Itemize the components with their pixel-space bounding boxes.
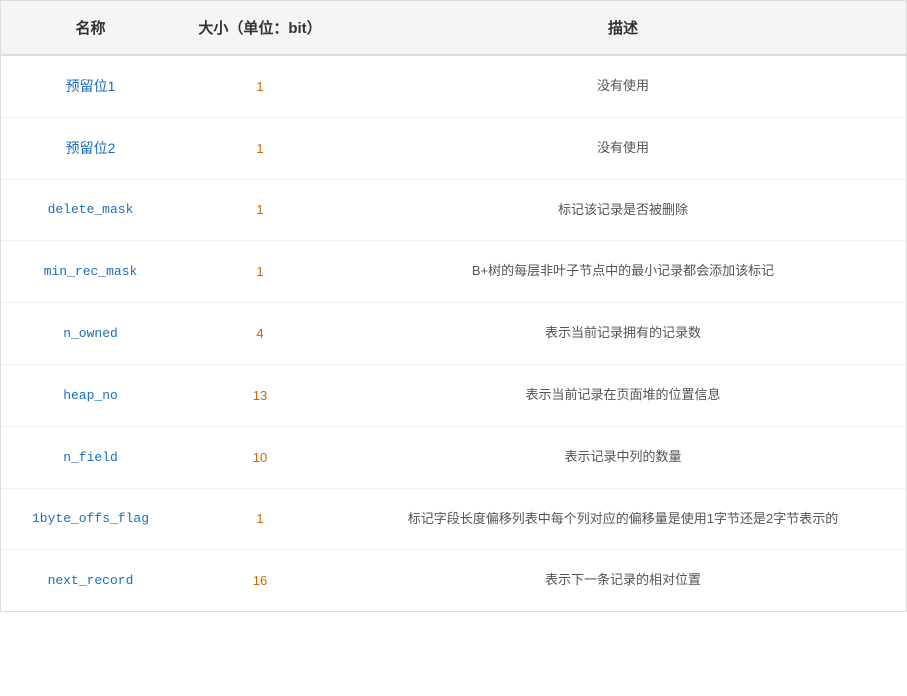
- table-header-row: 名称 大小（单位：bit） 描述: [1, 1, 906, 55]
- col-header-desc: 描述: [340, 1, 906, 55]
- table-row: n_field10表示记录中列的数量: [1, 426, 906, 488]
- cell-desc: 没有使用: [340, 55, 906, 117]
- cell-desc: 表示下一条记录的相对位置: [340, 550, 906, 611]
- cell-name: 1byte_offs_flag: [1, 488, 180, 550]
- table-row: heap_no13表示当前记录在页面堆的位置信息: [1, 364, 906, 426]
- cell-name: 预留位1: [1, 55, 180, 117]
- cell-name: 预留位2: [1, 117, 180, 179]
- cell-size: 1: [180, 488, 340, 550]
- table-row: min_rec_mask1B+树的每层非叶子节点中的最小记录都会添加该标记: [1, 241, 906, 303]
- cell-name: min_rec_mask: [1, 241, 180, 303]
- cell-name: n_field: [1, 426, 180, 488]
- cell-desc: 没有使用: [340, 117, 906, 179]
- cell-desc: 标记该记录是否被删除: [340, 179, 906, 241]
- cell-size: 1: [180, 117, 340, 179]
- cell-size: 1: [180, 179, 340, 241]
- cell-size: 1: [180, 241, 340, 303]
- cell-name: delete_mask: [1, 179, 180, 241]
- cell-desc: 表示当前记录拥有的记录数: [340, 303, 906, 365]
- cell-name: heap_no: [1, 364, 180, 426]
- cell-size: 16: [180, 550, 340, 611]
- table-row: n_owned4表示当前记录拥有的记录数: [1, 303, 906, 365]
- cell-desc: 标记字段长度偏移列表中每个列对应的偏移量是使用1字节还是2字节表示的: [340, 488, 906, 550]
- cell-size: 4: [180, 303, 340, 365]
- table-row: delete_mask1标记该记录是否被删除: [1, 179, 906, 241]
- cell-name: next_record: [1, 550, 180, 611]
- col-header-name: 名称: [1, 1, 180, 55]
- cell-desc: 表示当前记录在页面堆的位置信息: [340, 364, 906, 426]
- table-row: 预留位21没有使用: [1, 117, 906, 179]
- table-row: 预留位11没有使用: [1, 55, 906, 117]
- cell-desc: B+树的每层非叶子节点中的最小记录都会添加该标记: [340, 241, 906, 303]
- cell-desc: 表示记录中列的数量: [340, 426, 906, 488]
- cell-size: 10: [180, 426, 340, 488]
- data-table: 名称 大小（单位：bit） 描述 预留位11没有使用预留位21没有使用delet…: [1, 1, 906, 611]
- main-table-container: 名称 大小（单位：bit） 描述 预留位11没有使用预留位21没有使用delet…: [0, 0, 907, 612]
- table-row: next_record16表示下一条记录的相对位置: [1, 550, 906, 611]
- col-header-size: 大小（单位：bit）: [180, 1, 340, 55]
- cell-size: 13: [180, 364, 340, 426]
- table-row: 1byte_offs_flag1标记字段长度偏移列表中每个列对应的偏移量是使用1…: [1, 488, 906, 550]
- cell-name: n_owned: [1, 303, 180, 365]
- cell-size: 1: [180, 55, 340, 117]
